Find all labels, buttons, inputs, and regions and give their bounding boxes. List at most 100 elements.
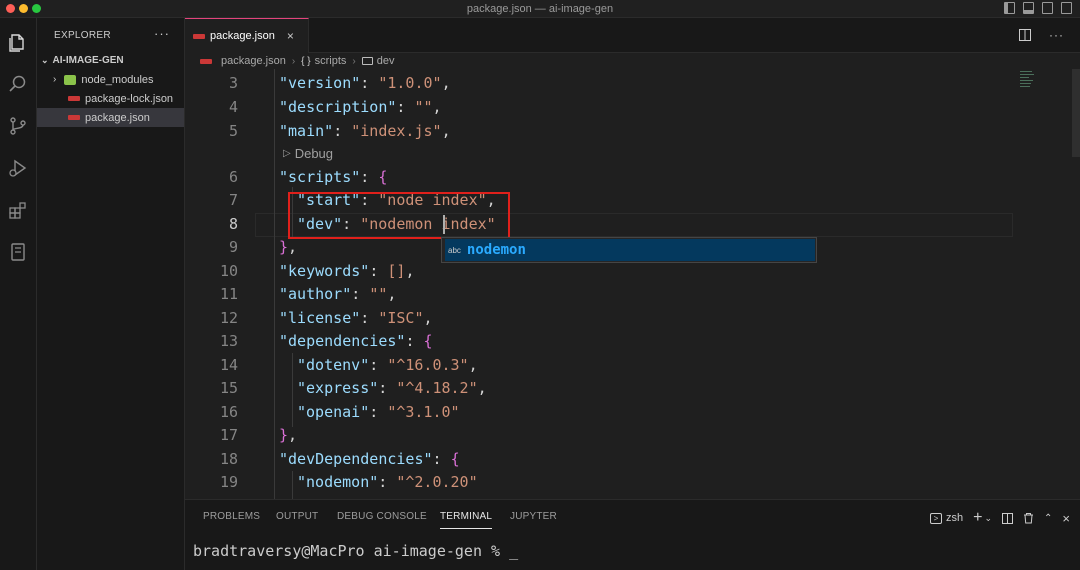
toggle-secondary-sidebar-icon[interactable] [1042, 2, 1053, 14]
npm-icon [68, 115, 80, 120]
line-number: 8 [228, 215, 238, 233]
explorer-icon[interactable] [6, 30, 30, 54]
line-number: 9 [228, 238, 238, 256]
code-line: "devDependencies": { [279, 450, 460, 468]
code-editor[interactable]: 3 4 5 6 7 8 9 10 11 12 13 14 15 16 17 18 19 "version": "… [185, 69, 1080, 499]
line-number: 7 [228, 191, 238, 209]
code-line: "express": "^4.18.2", [297, 379, 487, 397]
layout-controls [1004, 2, 1072, 14]
code-line: "dependencies": { [279, 332, 433, 350]
tab-jupyter[interactable]: JUPYTER [510, 511, 557, 522]
tab-terminal[interactable]: TERMINAL [440, 511, 493, 529]
line-number: 13 [219, 332, 238, 350]
close-panel-icon[interactable]: × [1062, 511, 1070, 526]
tree-item-package-json[interactable]: package.json [37, 108, 184, 127]
terminal-prompt[interactable]: bradtraversy@MacPro ai-image-gen % _ [193, 542, 518, 560]
close-tab-icon[interactable]: × [287, 29, 294, 43]
npm-icon [200, 58, 212, 64]
code-line: "scripts": { [279, 168, 388, 186]
chevron-right-icon: › [53, 74, 57, 85]
terminal-actions: > zsh + ⌄ ⌃ × [930, 509, 1070, 527]
title-bar: package.json — ai-image-gen [0, 0, 1080, 18]
tree-item-package-lock-json[interactable]: package-lock.json [37, 89, 184, 108]
toggle-primary-sidebar-icon[interactable] [1004, 2, 1015, 14]
text-suggestion-icon: abc [448, 245, 461, 255]
minimap[interactable] [1020, 71, 1036, 95]
run-debug-icon[interactable] [6, 156, 30, 180]
line-number: 5 [228, 122, 238, 140]
code-line: "description": "", [279, 98, 442, 116]
bottom-panel: PROBLEMS OUTPUT DEBUG CONSOLE TERMINAL J… [185, 499, 1080, 570]
explorer-title: EXPLORER [54, 30, 111, 41]
code-line: }, [279, 238, 298, 256]
breadcrumb-dev[interactable]: dev [377, 55, 395, 67]
more-actions-icon[interactable]: ··· [1049, 28, 1064, 42]
trash-icon[interactable] [1023, 512, 1034, 524]
text-cursor [443, 215, 445, 234]
folder-label: AI-IMAGE-GEN [52, 55, 124, 66]
code-line: "author": "", [279, 285, 397, 303]
tab-output[interactable]: OUTPUT [276, 511, 318, 522]
split-editor-icon[interactable] [1019, 29, 1031, 41]
line-number: 17 [219, 426, 238, 444]
line-number: 14 [219, 356, 238, 374]
explorer-more-actions-button[interactable]: ··· [154, 26, 170, 41]
suggestion-label: nodemon [466, 242, 526, 258]
chevron-down-icon[interactable]: ⌄ [984, 513, 992, 524]
chevron-right-icon: › [352, 55, 356, 67]
suggestion-item-nodemon[interactable]: abc nodemon [445, 239, 815, 261]
customize-layout-icon[interactable] [1061, 2, 1072, 14]
line-number: 3 [228, 74, 238, 92]
window-title: package.json — ai-image-gen [466, 3, 614, 15]
string-key-icon [361, 57, 373, 65]
code-line: "version": "1.0.0", [279, 74, 451, 92]
indent-guide [292, 353, 293, 427]
node-folder-icon [64, 74, 77, 85]
activity-bar [0, 18, 37, 570]
terminal-shell-label[interactable]: zsh [946, 512, 963, 524]
search-icon[interactable] [6, 72, 30, 96]
toggle-panel-icon[interactable] [1023, 2, 1034, 14]
split-terminal-icon[interactable] [1002, 512, 1014, 524]
indent-guide [292, 471, 293, 499]
new-terminal-icon[interactable]: + [973, 509, 982, 527]
editor-scrollbar[interactable] [1072, 69, 1080, 157]
chevron-down-icon: ⌄ [41, 55, 49, 65]
code-line: "dotenv": "^16.0.3", [297, 356, 478, 374]
breadcrumb-scripts[interactable]: scripts [315, 55, 347, 67]
chevron-right-icon: › [291, 55, 296, 67]
annotation-highlight-box [288, 192, 510, 239]
code-line: "main": "index.js", [279, 122, 451, 140]
code-line: "license": "ISC", [279, 309, 433, 327]
braces-icon: { } [301, 55, 311, 67]
tree-item-label: package-lock.json [85, 92, 174, 105]
editor-actions: ··· [1019, 28, 1064, 42]
source-control-icon[interactable] [6, 114, 30, 138]
tree-item-node-modules[interactable]: › node_modules [37, 70, 184, 89]
folder-ai-image-gen[interactable]: ⌄ AI-IMAGE-GEN [41, 55, 124, 66]
codelens-label: Debug [294, 146, 334, 161]
line-number: 6 [228, 168, 238, 186]
line-number: 15 [219, 379, 238, 397]
code-line: "keywords": [], [279, 262, 415, 280]
notebook-icon[interactable] [6, 240, 30, 264]
tab-label: package.json [210, 30, 275, 42]
line-number: 19 [219, 473, 238, 491]
indent-guide [274, 69, 275, 499]
debug-codelens[interactable]: ▷ Debug [283, 146, 333, 161]
line-number: 18 [219, 450, 238, 468]
tab-package-json[interactable]: package.json × [185, 18, 309, 53]
extensions-icon[interactable] [6, 198, 30, 222]
breadcrumb: package.json › { } scripts › dev [185, 53, 1080, 69]
tree-item-label: node_modules [81, 73, 154, 86]
maximize-panel-icon[interactable]: ⌃ [1044, 513, 1052, 524]
line-number: 11 [219, 285, 238, 303]
breadcrumb-file[interactable]: package.json [221, 55, 286, 67]
play-icon: ▷ [283, 148, 291, 159]
tab-problems[interactable]: PROBLEMS [203, 511, 260, 522]
code-line: }, [279, 426, 298, 444]
tab-debug-console[interactable]: DEBUG CONSOLE [337, 511, 427, 522]
editor-tab-bar: package.json × ··· [185, 18, 1080, 53]
line-number: 16 [219, 403, 238, 421]
npm-icon [193, 33, 205, 39]
